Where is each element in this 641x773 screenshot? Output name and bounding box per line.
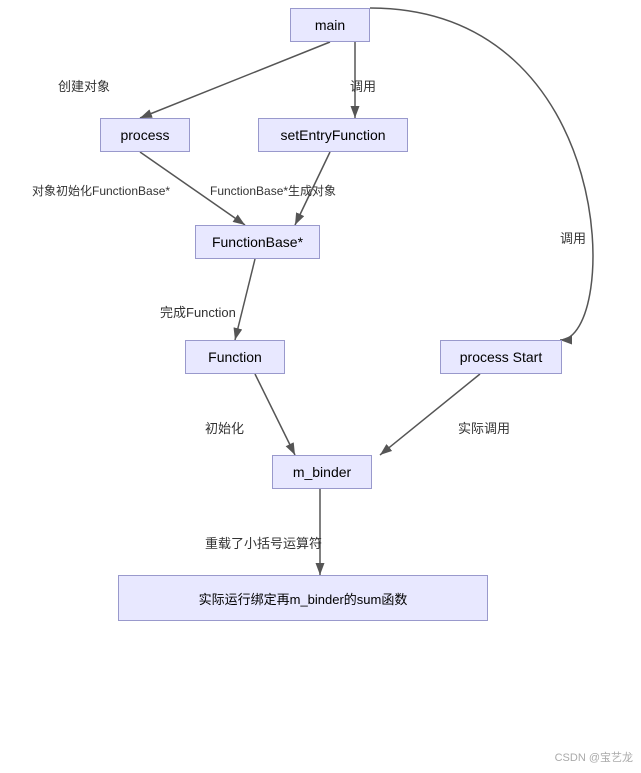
actual-run-node: 实际运行绑定再m_binder的sum函数 bbox=[118, 575, 488, 621]
invoke1-label: 调用 bbox=[350, 76, 376, 95]
set-entry-node: setEntryFunction bbox=[258, 118, 408, 152]
init-funcbase-label: 对象初始化FunctionBase* bbox=[32, 182, 170, 199]
process-node: process bbox=[100, 118, 190, 152]
mbinder-node: m_binder bbox=[272, 455, 372, 489]
overload-paren-label: 重载了小括号运算符 bbox=[205, 533, 322, 552]
diagram: main process setEntryFunction FunctionBa… bbox=[0, 0, 641, 773]
gen-funcbase-label: FunctionBase*生成对象 bbox=[210, 182, 336, 199]
create-obj-label: 创建对象 bbox=[58, 76, 110, 95]
main-node: main bbox=[290, 8, 370, 42]
watermark: CSDN @宝艺龙 bbox=[555, 749, 633, 765]
invoke2-label: 调用 bbox=[560, 228, 586, 247]
function-node: Function bbox=[185, 340, 285, 374]
function-base-node: FunctionBase* bbox=[195, 225, 320, 259]
initialize-label: 初始化 bbox=[205, 418, 244, 437]
complete-func-label: 完成Function bbox=[160, 302, 236, 321]
actual-invoke-label: 实际调用 bbox=[458, 418, 510, 437]
process-start-node: process Start bbox=[440, 340, 562, 374]
arrows-svg bbox=[0, 0, 641, 773]
